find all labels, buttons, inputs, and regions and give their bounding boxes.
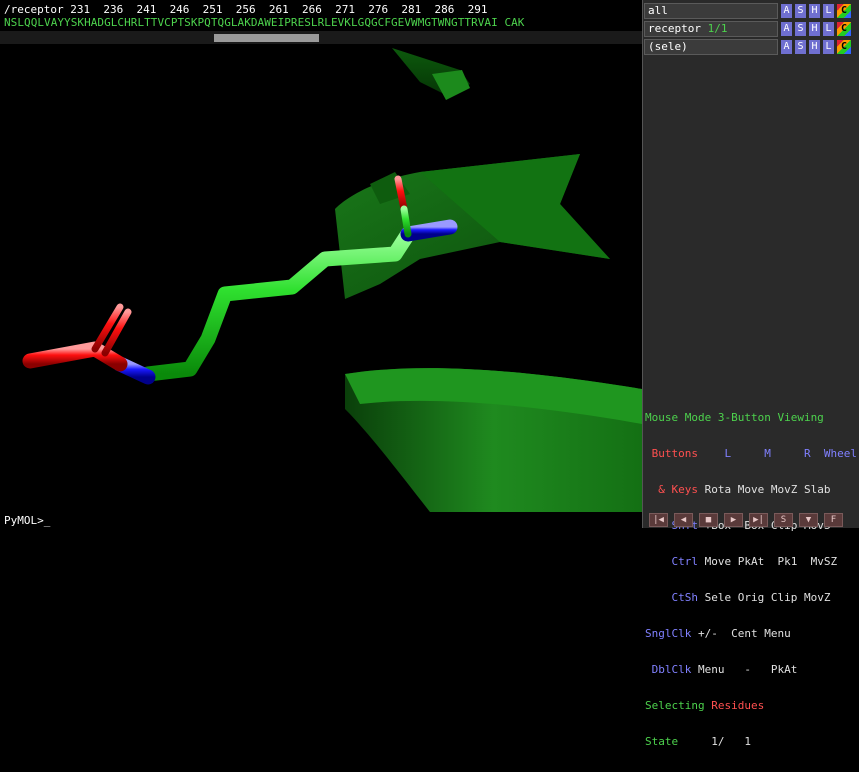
molecular-viewport[interactable]	[0, 44, 642, 512]
color-button[interactable]: C	[836, 3, 852, 19]
mouse-mode-panel[interactable]: Mouse Mode 3-Button Viewing Buttons L M …	[645, 388, 859, 772]
hide-button[interactable]: H	[808, 21, 821, 37]
selecting-mode[interactable]: Selecting Residues	[645, 700, 859, 712]
back-button[interactable]: ◀	[674, 513, 693, 527]
movie-controls: |◀ ◀ ■ ▶ ▶| S ▼ F	[645, 512, 859, 528]
object-name[interactable]: all	[644, 3, 778, 19]
state-indicator: State 1/ 1	[645, 735, 751, 748]
hide-button[interactable]: H	[808, 3, 821, 19]
color-button[interactable]: C	[836, 21, 852, 37]
object-name[interactable]: receptor 1/1	[644, 21, 778, 37]
command-prompt[interactable]: PyMOL>_	[4, 514, 50, 527]
mouse-row: DblClk Menu - PkAt	[651, 663, 798, 676]
forward-button[interactable]: ▶|	[749, 513, 768, 527]
label-button[interactable]: L	[822, 21, 835, 37]
show-button[interactable]: S	[794, 3, 807, 19]
play-button[interactable]: ▶	[724, 513, 743, 527]
sequence-viewer[interactable]: /receptor 231 236 241 246 251 256 261 26…	[0, 0, 642, 44]
object-row-receptor[interactable]: receptor 1/1 A S H L C	[644, 21, 859, 38]
command-line[interactable]: PyMOL>_	[0, 512, 642, 528]
object-name[interactable]: (sele)	[644, 39, 778, 55]
mouse-mode-title[interactable]: Mouse Mode 3-Button Viewing	[645, 412, 859, 424]
mouse-row: & Keys Rota Move MovZ Slab	[658, 483, 831, 496]
rewind-button[interactable]: |◀	[649, 513, 668, 527]
object-panel: all A S H L C receptor 1/1 A S H L C (se…	[642, 0, 859, 748]
color-button[interactable]: C	[836, 39, 852, 55]
sequence-toggle-button[interactable]: ▼	[799, 513, 818, 527]
label-button[interactable]: L	[822, 39, 835, 55]
sequence-scrollbar-thumb[interactable]	[214, 34, 319, 42]
sequence-residues[interactable]: NSLQQLVAYYSKHADGLCHRLTTVCPTSKPQTQGLAKDAW…	[4, 16, 524, 29]
hide-button[interactable]: H	[808, 39, 821, 55]
stop-button[interactable]: ■	[699, 513, 718, 527]
end-button[interactable]: S	[774, 513, 793, 527]
action-button[interactable]: A	[780, 3, 793, 19]
sequence-scrollbar[interactable]	[0, 31, 642, 44]
show-button[interactable]: S	[794, 21, 807, 37]
action-button[interactable]: A	[780, 39, 793, 55]
mouse-buttons-header: Buttons L M R Wheel	[651, 447, 857, 460]
action-button[interactable]: A	[780, 21, 793, 37]
label-button[interactable]: L	[822, 3, 835, 19]
show-button[interactable]: S	[794, 39, 807, 55]
sequence-header: /receptor 231 236 241 246 251 256 261 26…	[4, 3, 488, 16]
mouse-row: CtSh Sele Orig Clip MovZ	[671, 591, 831, 604]
fullscreen-button[interactable]: F	[824, 513, 843, 527]
object-row-sele[interactable]: (sele) A S H L C	[644, 39, 859, 56]
object-row-all[interactable]: all A S H L C	[644, 3, 859, 20]
mouse-row: SnglClk +/- Cent Menu	[645, 627, 791, 640]
mouse-row: Ctrl Move PkAt Pk1 MvSZ	[671, 555, 838, 568]
molecule-render	[22, 48, 642, 512]
